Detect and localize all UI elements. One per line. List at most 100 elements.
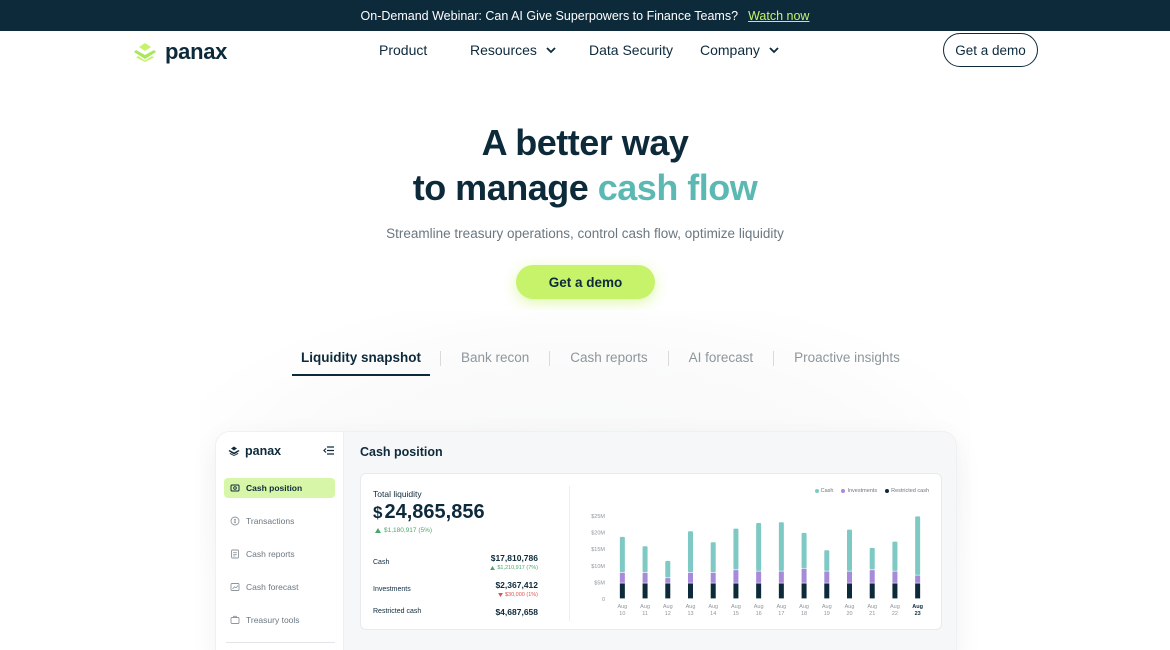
bar-segment-investments[interactable] <box>665 578 671 583</box>
bar-segment-investments[interactable] <box>915 575 921 583</box>
y-tick-label: 0 <box>602 597 605 603</box>
x-tick-label: Aug <box>912 604 923 610</box>
tab-proactive-insights[interactable]: Proactive insights <box>784 350 910 376</box>
bar-segment-investments[interactable] <box>619 572 625 583</box>
breakdown-row-cash: Cash $17,810,786 $1,210,917 (7%) <box>373 553 538 575</box>
bar-segment-restricted-cash[interactable] <box>892 583 898 599</box>
watch-now-link[interactable]: Watch now <box>748 9 809 23</box>
panax-logo[interactable]: panax <box>133 39 227 65</box>
breakdown-label: Restricted cash <box>373 608 422 615</box>
hero-get-demo-button[interactable]: Get a demo <box>516 265 655 299</box>
bar-segment-cash[interactable] <box>915 516 921 575</box>
collapse-sidebar-icon[interactable] <box>323 446 334 455</box>
bar-segment-investments[interactable] <box>847 571 852 583</box>
app-sidebar: panax Cash position Transactions Cash re… <box>216 432 344 650</box>
sidebar-item-treasury-tools[interactable]: Treasury tools <box>224 610 335 630</box>
bar-segment-cash[interactable] <box>642 546 648 573</box>
tab-divider <box>440 350 441 366</box>
bar-segment-restricted-cash[interactable] <box>824 583 830 599</box>
bar-segment-restricted-cash[interactable] <box>665 583 671 599</box>
nav-resources-label: Resources <box>470 42 537 58</box>
bar-segment-cash[interactable] <box>710 542 716 573</box>
bar-segment-restricted-cash[interactable] <box>733 583 739 599</box>
nav-get-demo-button[interactable]: Get a demo <box>943 33 1038 67</box>
hero-title-line1: A better way <box>481 122 689 163</box>
bar-segment-investments[interactable] <box>642 572 648 583</box>
hero-title-prefix: to manage <box>412 167 598 208</box>
app-logo-text: panax <box>245 444 282 458</box>
bar-segment-investments[interactable] <box>824 571 830 583</box>
bar-segment-restricted-cash[interactable] <box>688 583 693 599</box>
bar-segment-cash[interactable] <box>869 547 875 570</box>
bar-segment-cash[interactable] <box>665 560 671 578</box>
bar-segment-investments[interactable] <box>710 572 716 583</box>
bar-segment-restricted-cash[interactable] <box>710 583 716 599</box>
sidebar-divider <box>226 642 335 643</box>
arrow-down-icon <box>498 593 503 597</box>
bar-segment-cash[interactable] <box>756 522 762 571</box>
bar-segment-restricted-cash[interactable] <box>801 583 807 599</box>
bar-segment-restricted-cash[interactable] <box>778 583 784 599</box>
bar-segment-cash[interactable] <box>733 528 739 570</box>
bar-segment-restricted-cash[interactable] <box>869 583 875 599</box>
bar-segment-cash[interactable] <box>778 522 784 571</box>
bar-segment-cash[interactable] <box>688 531 693 573</box>
bar-segment-cash[interactable] <box>824 550 830 571</box>
tab-bank-recon[interactable]: Bank recon <box>451 350 539 376</box>
x-tick-label: 15 <box>733 611 739 617</box>
bar-segment-restricted-cash[interactable] <box>915 583 921 599</box>
sidebar-item-cash-position[interactable]: Cash position <box>224 478 335 498</box>
bar-segment-investments[interactable] <box>733 570 739 583</box>
x-tick-label: 13 <box>687 611 693 617</box>
bar-segment-cash[interactable] <box>892 541 898 571</box>
bar-segment-investments[interactable] <box>892 571 898 583</box>
cash-position-icon <box>230 484 240 492</box>
bar-segment-investments[interactable] <box>801 568 807 583</box>
tab-liquidity-snapshot[interactable]: Liquidity snapshot <box>292 350 430 376</box>
tab-divider <box>773 350 775 366</box>
x-tick-label: Aug <box>640 604 650 610</box>
bar-segment-restricted-cash[interactable] <box>619 583 625 599</box>
sidebar-item-label: Cash position <box>246 483 303 493</box>
nav-company[interactable]: Company <box>700 42 780 58</box>
sidebar-item-label: Cash reports <box>246 549 295 559</box>
sidebar-item-cash-reports[interactable]: Cash reports <box>224 544 335 564</box>
bar-segment-restricted-cash[interactable] <box>847 583 852 599</box>
x-tick-label: Aug <box>822 604 832 610</box>
chevron-down-icon <box>769 47 779 54</box>
legend-item-investments: Investments <box>841 488 877 494</box>
arrow-up-icon <box>490 566 496 570</box>
breakdown-label: Cash <box>373 559 390 566</box>
y-tick-label: $15M <box>591 547 605 553</box>
app-logo[interactable]: panax <box>228 444 281 458</box>
bar-segment-cash[interactable] <box>801 532 807 569</box>
bar-segment-investments[interactable] <box>778 571 784 583</box>
nav-data-security[interactable]: Data Security <box>589 42 673 58</box>
breakdown-label: Investments <box>373 586 411 593</box>
feature-tabs: Liquidity snapshot Bank recon Cash repor… <box>292 350 910 376</box>
total-liquidity-value: $ 24,865,856 <box>373 501 485 524</box>
legend-item-cash: Cash <box>814 488 833 494</box>
bar-segment-investments[interactable] <box>869 570 875 583</box>
x-tick-label: 20 <box>846 611 852 617</box>
tab-cash-reports[interactable]: Cash reports <box>560 350 657 376</box>
sidebar-item-cash-forecast[interactable]: Cash forecast <box>224 577 335 597</box>
x-tick-label: 23 <box>915 611 921 617</box>
bar-segment-investments[interactable] <box>688 572 693 583</box>
tab-ai-forecast[interactable]: AI forecast <box>679 350 764 376</box>
bar-segment-cash[interactable] <box>847 529 852 571</box>
card-divider <box>569 486 570 621</box>
sidebar-item-transactions[interactable]: Transactions <box>224 511 335 531</box>
cash-position-card: Total liquidity $ 24,865,856 $1,180,917 … <box>360 473 942 630</box>
page-title: Cash position <box>360 445 443 459</box>
y-tick-label: $20M <box>591 531 605 537</box>
x-tick-label: 11 <box>642 611 648 617</box>
bar-segment-restricted-cash[interactable] <box>642 583 648 599</box>
bar-segment-cash[interactable] <box>619 536 625 573</box>
breakdown-value: $2,367,412 <box>495 580 538 590</box>
breakdown-value: $17,810,786 <box>490 553 538 563</box>
nav-product[interactable]: Product <box>379 42 427 58</box>
nav-resources[interactable]: Resources <box>470 42 557 58</box>
bar-segment-restricted-cash[interactable] <box>756 583 762 599</box>
bar-segment-investments[interactable] <box>756 571 762 583</box>
